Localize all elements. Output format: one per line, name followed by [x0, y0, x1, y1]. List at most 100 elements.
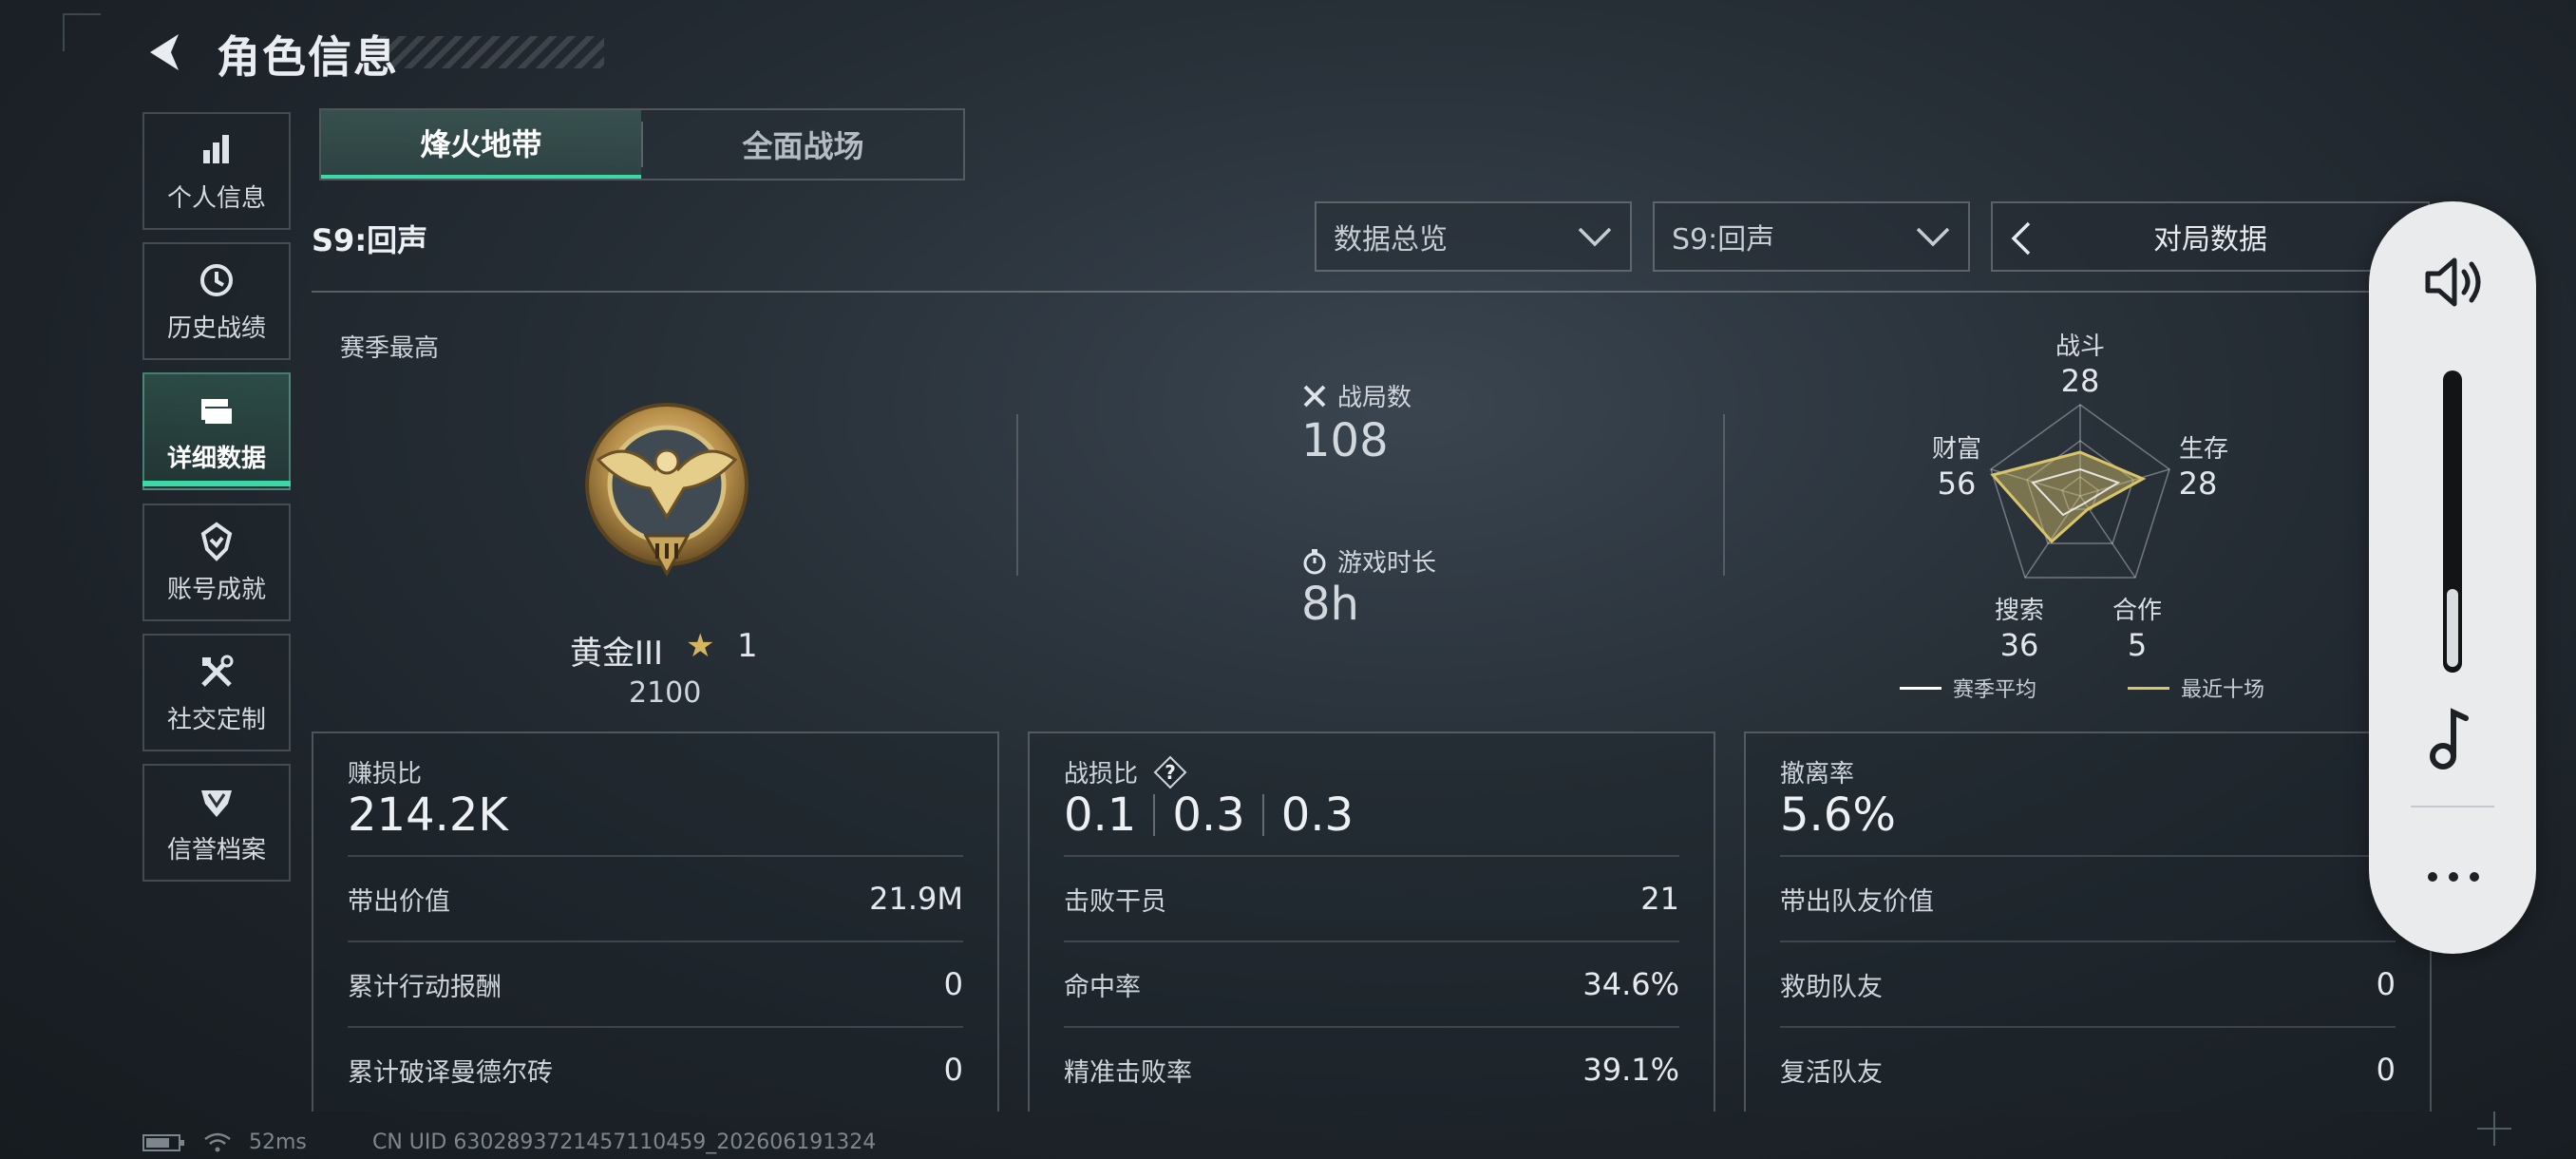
stat-label: 击败干员 [1064, 886, 1166, 917]
crosshair-icon [2477, 1112, 2511, 1146]
sidebar-item-label: 信誉档案 [166, 835, 266, 864]
stat-label: 复活队友 [1780, 1057, 1883, 1088]
title-decoration [380, 36, 604, 68]
dropdown-value: 数据总览 [1334, 223, 1448, 256]
radar-axis-combat-label: 战斗 [2055, 332, 2105, 361]
stat-row: 精准击败率 39.1% [1064, 1026, 1679, 1112]
matches-label: 战局数 [1337, 384, 1412, 412]
stat-value: 0 [2376, 1052, 2396, 1088]
combat-ratio-values: 0.1 0.3 0.3 [1064, 788, 1354, 842]
stat-value: 34.6% [1582, 966, 1679, 1002]
more-options-icon[interactable] [2420, 844, 2487, 910]
value-separator [1261, 794, 1264, 836]
stat-row: 带出价值 21.9M [348, 855, 963, 940]
combat-ratio-value: 0.1 [1064, 788, 1137, 842]
sidebar-item-credit[interactable]: 信誉档案 [142, 764, 291, 882]
stat-value: 21.9M [869, 881, 963, 917]
combat-ratio-panel: 战损比 ? 0.1 0.3 0.3 击败干员 21 命中率 34.6% 精准击败… [1028, 732, 1715, 1112]
extract-rate-value: 5.6% [1780, 788, 1896, 842]
credit-badge-icon [201, 789, 232, 817]
stat-value: 21 [1640, 881, 1679, 917]
playtime-stat-label: 游戏时长 [1301, 543, 1436, 579]
data-view-dropdown[interactable]: 数据总览 [1315, 201, 1632, 272]
combat-ratio-value: 0.3 [1172, 788, 1245, 842]
music-note-icon[interactable] [2426, 705, 2479, 771]
stopwatch-icon [1303, 548, 1326, 574]
stat-label: 带出队友价值 [1780, 886, 1934, 917]
section-divider [1723, 414, 1725, 576]
radar-axis-survival-label: 生存 [2178, 435, 2228, 464]
sidebar-item-label: 详细数据 [166, 444, 266, 473]
tab-fire-zone[interactable]: 烽火地带 [321, 110, 641, 179]
sidebar-item-label: 社交定制 [166, 705, 266, 734]
playtime-label: 游戏时长 [1337, 549, 1437, 578]
sidebar-item-personal-info[interactable]: 个人信息 [142, 112, 291, 230]
uid-text: CN UID 6302893721457110459_202606191324 [372, 1130, 877, 1154]
corner-mark [63, 13, 101, 51]
legend-swatch [1900, 686, 1941, 690]
status-bar: 52ms [142, 1130, 307, 1154]
tab-full-battlefield[interactable]: 全面战场 [643, 110, 963, 179]
legend-recent-ten: 最近十场 [2128, 673, 2264, 703]
tools-icon [201, 655, 234, 687]
volume-slider-thumb[interactable] [2447, 589, 2458, 667]
stat-row: 击败干员 21 [1064, 855, 1679, 940]
mode-tabs: 烽火地带 全面战场 [319, 108, 965, 180]
rank-star-count: 1 [737, 627, 758, 665]
matches-stat-label: 战局数 [1301, 378, 1411, 413]
history-clock-icon [200, 263, 233, 296]
radar-axis-combat-value: 28 [2060, 363, 2100, 399]
legend-label: 最近十场 [2181, 678, 2265, 702]
radar-axis-survival-value: 28 [2178, 466, 2218, 502]
stat-row: 累计破译曼德尔砖 0 [348, 1026, 963, 1112]
season-dropdown[interactable]: S9:回声 [1653, 201, 1970, 272]
stat-row: 复活队友 0 [1780, 1026, 2396, 1112]
profit-ratio-value: 214.2K [348, 788, 508, 842]
chevron-down-icon [1578, 227, 1612, 247]
legend-label: 赛季平均 [1953, 678, 2037, 702]
legend-swatch [2128, 686, 2169, 690]
matches-value: 108 [1301, 414, 1389, 467]
radar-recent-ten-area [1990, 450, 2147, 544]
mode-switcher[interactable]: 对局数据 [1991, 201, 2430, 272]
stat-label: 命中率 [1064, 972, 1141, 1002]
radar-axis-coop-label: 合作 [2112, 597, 2162, 625]
ping-value: 52ms [249, 1130, 307, 1154]
section-divider [1016, 414, 1018, 576]
playtime-value: 8h [1301, 578, 1359, 631]
stat-row: 命中率 34.6% [1064, 940, 1679, 1026]
radar-axis-search-value: 36 [1999, 627, 2039, 663]
stat-label: 累计破译曼德尔砖 [348, 1057, 553, 1088]
sidebar-item-detailed-data[interactable]: 详细数据 [142, 372, 291, 490]
back-arrow-icon[interactable] [142, 28, 190, 76]
system-media-overlay [2369, 201, 2536, 954]
sidebar-item-label: 账号成就 [166, 575, 266, 604]
page-title: 角色信息 [217, 31, 399, 83]
wifi-icon [204, 1132, 231, 1151]
bar-chart-icon [203, 134, 229, 163]
dropdown-value: S9:回声 [1672, 223, 1775, 256]
help-icon[interactable]: ? [1153, 755, 1187, 789]
stat-label: 带出价值 [348, 886, 450, 917]
stat-label: 累计行动报酬 [348, 972, 502, 1002]
chevron-left-icon[interactable] [2010, 220, 2033, 256]
panel-title: 战损比 [1064, 760, 1139, 788]
sidebar-item-social[interactable]: 社交定制 [142, 634, 291, 751]
legend-season-avg: 赛季平均 [1900, 673, 2036, 703]
season-label: S9:回声 [312, 222, 428, 258]
season-best-label: 赛季最高 [340, 334, 440, 363]
stat-row: 带出队友价值 [1780, 855, 2396, 940]
rank-name: 黄金III [570, 635, 664, 673]
active-tab-indicator [142, 481, 291, 486]
value-separator [1153, 794, 1156, 836]
sidebar-item-history[interactable]: 历史战绩 [142, 242, 291, 360]
radar-axis-wealth-label: 财富 [1931, 435, 1981, 464]
stat-row: 累计行动报酬 0 [348, 940, 963, 1026]
combat-ratio-value: 0.3 [1280, 788, 1354, 842]
volume-icon[interactable] [2420, 249, 2487, 315]
stat-value: 39.1% [1582, 1052, 1679, 1088]
sidebar-item-achievements[interactable]: 账号成就 [142, 504, 291, 621]
gold-rank-badge-icon [585, 403, 748, 578]
rank-points: 2100 [629, 676, 702, 710]
stat-label: 精准击败率 [1064, 1057, 1192, 1088]
